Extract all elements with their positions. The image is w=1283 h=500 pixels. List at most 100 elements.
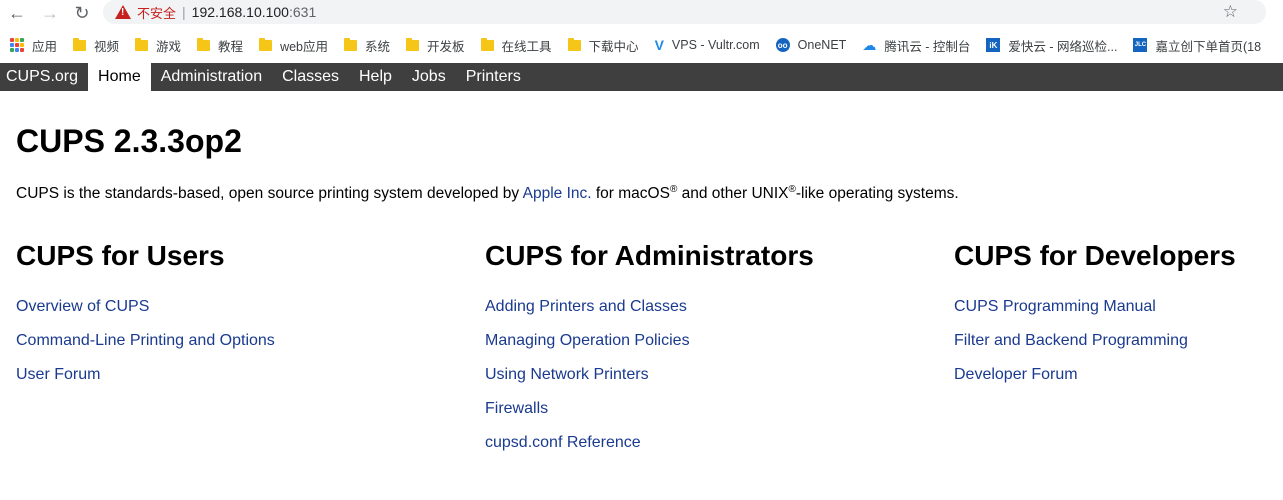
ik-icon: iK [986,38,1001,52]
bookmark-item[interactable]: 在线工具 [480,36,552,55]
bookmark-star-icon[interactable]: ☆ [1223,2,1238,22]
bookmark-item[interactable]: web应用 [259,36,328,55]
doc-link[interactable]: cupsd.conf Reference [485,434,641,451]
folder-icon [406,37,420,51]
bookmark-item[interactable]: 视频 [73,36,119,55]
bookmark-item[interactable]: ☁ 腾讯云 - 控制台 [862,36,970,55]
bookmark-item[interactable]: 应用 [10,36,57,55]
doc-link[interactable]: Using Network Printers [485,366,649,383]
users-section: CUPS for Users Overview of CUPS Command-L… [16,240,275,400]
doc-link[interactable]: Adding Printers and Classes [485,298,687,315]
list-item: Managing Operation Policies [485,332,814,366]
apps-grid-icon [10,38,24,52]
bookmark-item[interactable]: oo OneNET [775,38,847,52]
bookmark-label: 系统 [365,39,391,54]
users-links: Overview of CUPS Command-Line Printing an… [16,298,275,400]
bookmark-label: 嘉立创下单首页(18 [1155,39,1262,54]
folder-icon [73,37,87,51]
intro-part: CUPS is the standards-based, open source… [16,185,523,203]
bookmark-label: OneNET [797,38,847,52]
cloud-icon: ☁ [862,36,877,53]
list-item: Firewalls [485,400,814,434]
vultr-icon: V [654,37,664,53]
bookmark-item[interactable]: iK 爱快云 - 网络巡检... [986,36,1117,55]
bookmarks-bar: 应用 视频 游戏 教程 web应用 系统 开发板 在线工具 下载中心 V VPS - Vultr.c… [0,31,1283,59]
cups-navbar: CUPS.org Home Administration Classes Help Job… [0,63,1283,91]
bookmark-item[interactable]: JLC 嘉立创下单首页(18 [1133,36,1261,55]
list-item: Overview of CUPS [16,298,275,332]
intro-part: for macOS [591,185,670,203]
folder-icon [197,37,211,51]
bookmark-item[interactable]: 开发板 [406,36,465,55]
bookmark-label: 视频 [94,39,120,54]
folder-icon [480,37,494,51]
nav-classes[interactable]: Classes [272,63,349,91]
list-item: Developer Forum [954,366,1236,400]
nav-help[interactable]: Help [349,63,402,91]
doc-link[interactable]: User Forum [16,366,100,383]
devs-heading: CUPS for Developers [954,240,1236,271]
doc-link[interactable]: Command-Line Printing and Options [16,332,275,349]
folder-icon [259,37,273,51]
bookmark-item[interactable]: 教程 [197,36,243,55]
nav-jobs[interactable]: Jobs [402,63,456,91]
nav-home[interactable]: Home [88,63,151,91]
url-separator: | [182,4,186,20]
registered-mark: ® [788,184,796,195]
list-item: Filter and Backend Programming [954,332,1236,366]
page-title: CUPS 2.3.3op2 [16,123,242,159]
list-item: Adding Printers and Classes [485,298,814,332]
doc-link[interactable]: Firewalls [485,400,548,417]
back-arrow-icon[interactable]: ← [6,2,28,24]
folder-icon [135,37,149,51]
bookmark-label: 游戏 [156,39,182,54]
jlc-icon: JLC [1133,38,1148,52]
bookmark-label: 爱快云 - 网络巡检... [1008,39,1118,54]
reload-icon[interactable]: ↻ [71,2,93,24]
nav-printers[interactable]: Printers [456,63,531,91]
nav-administration[interactable]: Administration [151,63,272,91]
apple-link[interactable]: Apple Inc. [523,185,592,202]
forward-arrow-icon[interactable]: → [39,2,61,24]
bookmark-label: 教程 [218,39,244,54]
warning-icon [115,5,131,19]
admins-links: Adding Printers and Classes Managing Oper… [485,298,814,468]
folder-icon [567,37,581,51]
devs-links: CUPS Programming Manual Filter and Backen… [954,298,1236,400]
intro-part: -like operating systems. [795,185,959,203]
bookmark-label: 腾讯云 - 控制台 [884,39,971,54]
list-item: CUPS Programming Manual [954,298,1236,332]
intro-text: CUPS is the standards-based, open source… [16,184,959,203]
admins-section: CUPS for Administrators Adding Printers … [485,240,814,468]
list-item: Command-Line Printing and Options [16,332,275,366]
doc-link[interactable]: CUPS Programming Manual [954,298,1156,315]
list-item: User Forum [16,366,275,400]
doc-link[interactable]: Filter and Backend Programming [954,332,1188,349]
bookmark-item[interactable]: 系统 [344,36,390,55]
url-host: 192.168.10.100 [191,4,289,20]
security-label: 不安全 [137,5,177,21]
bookmark-label: 应用 [32,39,58,54]
onenet-icon: oo [775,38,790,52]
bookmark-label: 在线工具 [501,39,552,54]
doc-link[interactable]: Developer Forum [954,366,1078,383]
bookmark-item[interactable]: 下载中心 [567,36,639,55]
folder-icon [344,37,357,51]
doc-link[interactable]: Overview of CUPS [16,298,149,315]
bookmark-item[interactable]: V VPS - Vultr.com [655,37,760,53]
devs-section: CUPS for Developers CUPS Programming Man… [954,240,1236,400]
address-bar[interactable]: 不安全 | 192.168.10.100:631 ☆ [103,0,1266,24]
browser-toolbar: ← → ↻ 不安全 | 192.168.10.100:631 ☆ [0,0,1283,26]
bookmark-item[interactable]: 游戏 [135,36,181,55]
url-port: :631 [288,4,317,20]
doc-link[interactable]: Managing Operation Policies [485,332,690,349]
nav-cups-org[interactable]: CUPS.org [0,63,88,91]
intro-part: and other UNIX [677,185,789,203]
bookmark-label: VPS - Vultr.com [671,38,760,52]
bookmark-label: web应用 [280,39,328,54]
users-heading: CUPS for Users [16,240,225,271]
bookmark-label: 开发板 [427,39,465,54]
list-item: Using Network Printers [485,366,814,400]
list-item: cupsd.conf Reference [485,434,814,468]
admins-heading: CUPS for Administrators [485,240,814,271]
